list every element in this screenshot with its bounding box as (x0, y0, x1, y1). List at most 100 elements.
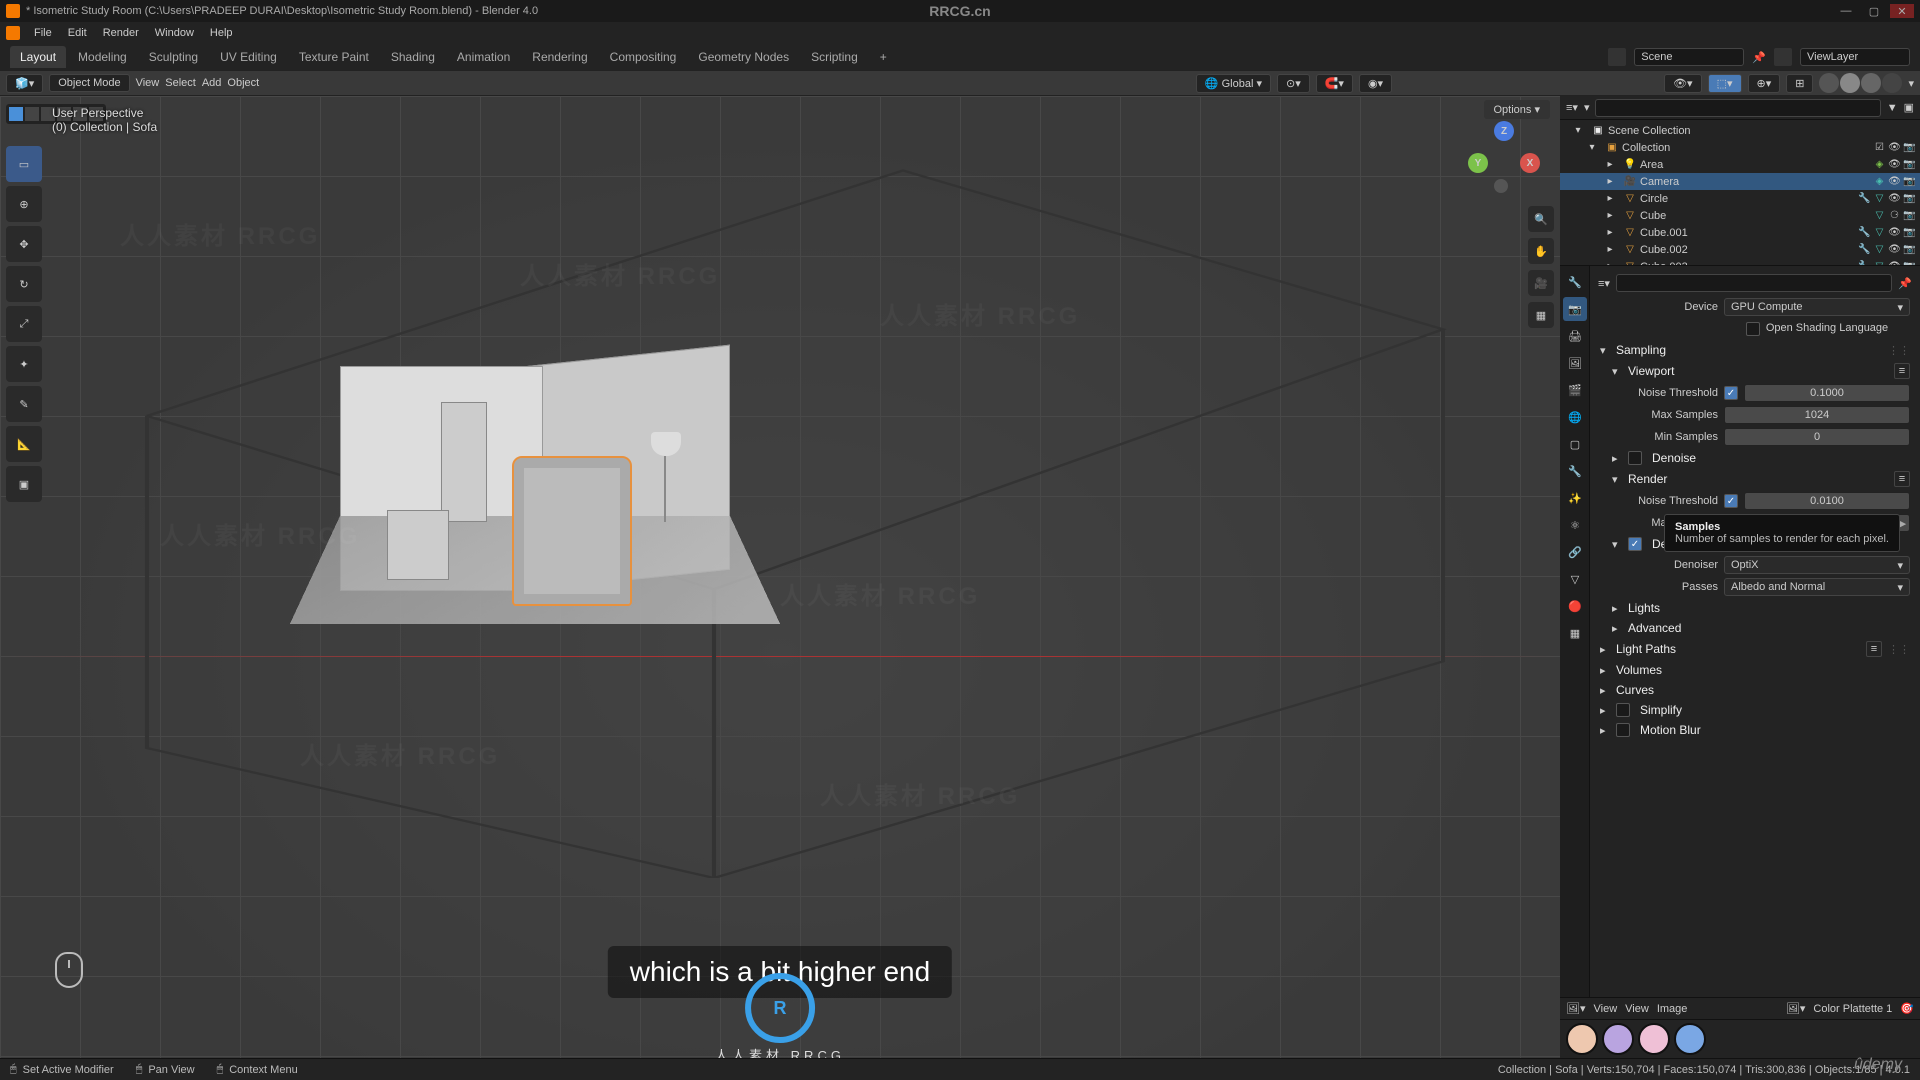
tab-uvediting[interactable]: UV Editing (210, 46, 287, 68)
view-menu[interactable]: View (136, 77, 160, 89)
mode-dropdown[interactable]: Object Mode (49, 74, 129, 92)
menu-edit[interactable]: Edit (60, 25, 95, 41)
outliner-collection[interactable]: ▾▣Collection☑👁📷 (1560, 139, 1920, 156)
gizmo-toggle[interactable]: ⬚▾ (1708, 74, 1742, 93)
data-icon[interactable]: ▽ (1873, 260, 1886, 265)
sect-lightpaths[interactable]: ▸Light Paths≡⋮⋮ (1590, 638, 1920, 660)
outliner-display-dropdown[interactable]: ▾ (1584, 101, 1590, 114)
menu-file[interactable]: File (26, 25, 60, 41)
tool-measure[interactable]: 📐 (6, 426, 42, 462)
camera-icon[interactable]: 🎥 (1528, 270, 1554, 296)
eye-toggle[interactable]: 👁 (1888, 192, 1901, 205)
rn-noise-field[interactable]: 0.0100 (1744, 492, 1910, 510)
vp-min-field[interactable]: 0 (1724, 428, 1910, 446)
render-toggle[interactable]: 📷 (1903, 260, 1916, 265)
sect-motionblur[interactable]: ▸Motion Blur (1590, 720, 1920, 740)
snap-toggle[interactable]: 🧲▾ (1316, 74, 1353, 93)
sofa-selected[interactable] (512, 456, 632, 606)
data-icon[interactable]: ▽ (1873, 243, 1886, 256)
col-eye-toggle[interactable]: 👁 (1888, 141, 1901, 154)
proptab-material[interactable]: 🔴 (1563, 594, 1587, 618)
tab-shading[interactable]: Shading (381, 46, 445, 68)
outliner-item-cube001[interactable]: ▸▽Cube.001🔧▽👁📷 (1560, 224, 1920, 241)
nav-gizmo[interactable]: Z Y X (1468, 121, 1540, 193)
outliner-type-dropdown[interactable]: ≡▾ (1566, 101, 1578, 114)
pin-icon[interactable]: 📌 (1752, 51, 1766, 64)
tab-animation[interactable]: Animation (447, 46, 520, 68)
proptab-world[interactable]: 🌐 (1563, 405, 1587, 429)
sect-lights[interactable]: ▸Lights (1590, 598, 1920, 618)
eye-toggle[interactable]: 👁 (1888, 260, 1901, 265)
render-toggle[interactable]: 📷 (1903, 192, 1916, 205)
perspective-icon[interactable]: ▦ (1528, 302, 1554, 328)
sect-curves[interactable]: ▸Curves (1590, 680, 1920, 700)
tool-cursor[interactable]: ⊕ (6, 186, 42, 222)
3d-viewport[interactable]: User Perspective (0) Collection | Sofa ▭… (0, 96, 1560, 1058)
tab-texturepaint[interactable]: Texture Paint (289, 46, 379, 68)
scene-name-input[interactable]: Scene (1634, 48, 1744, 66)
vp-denoise-checkbox[interactable] (1628, 451, 1642, 465)
outliner-scene-collection[interactable]: ▾▣Scene Collection (1560, 122, 1920, 139)
simplify-checkbox[interactable] (1616, 703, 1630, 717)
outliner-item-cube[interactable]: ▸▽Cube▽⚆📷 (1560, 207, 1920, 224)
proptab-render[interactable]: 📷 (1563, 297, 1587, 321)
swatch-4[interactable] (1674, 1023, 1706, 1055)
add-menu[interactable]: Add (202, 77, 222, 89)
render-toggle[interactable]: 📷 (1903, 175, 1916, 188)
proptab-texture[interactable]: ▦ (1563, 621, 1587, 645)
sect-sampling[interactable]: ▾Sampling⋮⋮ (1590, 340, 1920, 360)
outliner-filter-icon[interactable]: ▼ (1887, 102, 1898, 114)
minimize-button[interactable]: — (1834, 4, 1858, 18)
shade-solid[interactable] (1840, 73, 1860, 93)
rn-denoise-checkbox[interactable]: ✓ (1628, 537, 1642, 551)
outliner-item-cube002[interactable]: ▸▽Cube.002🔧▽👁📷 (1560, 241, 1920, 258)
picker-icon[interactable]: 🎯 (1900, 1002, 1914, 1015)
swatch-3[interactable] (1638, 1023, 1670, 1055)
data-icon[interactable]: ▽ (1873, 192, 1886, 205)
data-icon[interactable]: ▽ (1873, 226, 1886, 239)
mod-icon[interactable]: 🔧 (1858, 260, 1871, 265)
denoiser-dropdown[interactable]: OptiX▾ (1724, 556, 1910, 574)
select-menu[interactable]: Select (165, 77, 196, 89)
maximize-button[interactable]: ▢ (1862, 4, 1886, 18)
tab-rendering[interactable]: Rendering (522, 46, 597, 68)
tool-rotate[interactable]: ↻ (6, 266, 42, 302)
tool-scale[interactable]: ⤢ (6, 306, 42, 342)
tool-annotate[interactable]: ✎ (6, 386, 42, 422)
tab-compositing[interactable]: Compositing (600, 46, 687, 68)
proptab-particle[interactable]: ✨ (1563, 486, 1587, 510)
menu-help[interactable]: Help (202, 25, 241, 41)
xray-toggle[interactable]: ⊞ (1786, 74, 1813, 93)
vp-noise-checkbox[interactable]: ✓ (1724, 386, 1738, 400)
motionblur-checkbox[interactable] (1616, 723, 1630, 737)
gizmo-x[interactable]: X (1520, 153, 1540, 173)
preset-icon[interactable]: ≡ (1894, 471, 1910, 487)
outliner-item-cube003[interactable]: ▸▽Cube.003🔧▽👁📷 (1560, 258, 1920, 265)
viewlayer-name-input[interactable]: ViewLayer (1800, 48, 1910, 66)
viewport-options-button[interactable]: Options ▾ (1484, 100, 1551, 119)
osl-checkbox[interactable] (1746, 322, 1760, 336)
gizmo-y[interactable]: Y (1468, 153, 1488, 173)
shade-wireframe[interactable] (1819, 73, 1839, 93)
pivot-dropdown[interactable]: ⊙▾ (1277, 74, 1310, 93)
proptab-constraint[interactable]: 🔗 (1563, 540, 1587, 564)
orientation-dropdown[interactable]: 🌐 Global ▾ (1196, 74, 1271, 93)
data-icon[interactable]: ◈ (1873, 175, 1886, 188)
prop-type-dropdown[interactable]: ≡▾ (1598, 277, 1610, 290)
editor-type-dropdown[interactable]: 🧊▾ (6, 74, 43, 93)
proptab-physics[interactable]: ⚛ (1563, 513, 1587, 537)
device-dropdown[interactable]: GPU Compute▾ (1724, 298, 1910, 316)
sect-volumes[interactable]: ▸Volumes (1590, 660, 1920, 680)
render-toggle[interactable]: 📷 (1903, 209, 1916, 222)
outliner-newcol-icon[interactable]: ▣ (1904, 101, 1914, 114)
scene-icon[interactable] (1608, 48, 1626, 66)
prop-pin-icon[interactable]: 📌 (1898, 277, 1912, 290)
vp-max-field[interactable]: 1024 (1724, 406, 1910, 424)
sect-render[interactable]: ▾Render≡ (1590, 468, 1920, 490)
proportional-toggle[interactable]: ◉▾ (1359, 74, 1392, 93)
sect-viewport[interactable]: ▾Viewport≡ (1590, 360, 1920, 382)
eye-toggle[interactable]: 👁 (1888, 243, 1901, 256)
close-button[interactable]: ✕ (1890, 4, 1914, 18)
image-browse-icon[interactable]: 🖼▾ (1786, 1002, 1806, 1015)
render-toggle[interactable]: 📷 (1903, 243, 1916, 256)
